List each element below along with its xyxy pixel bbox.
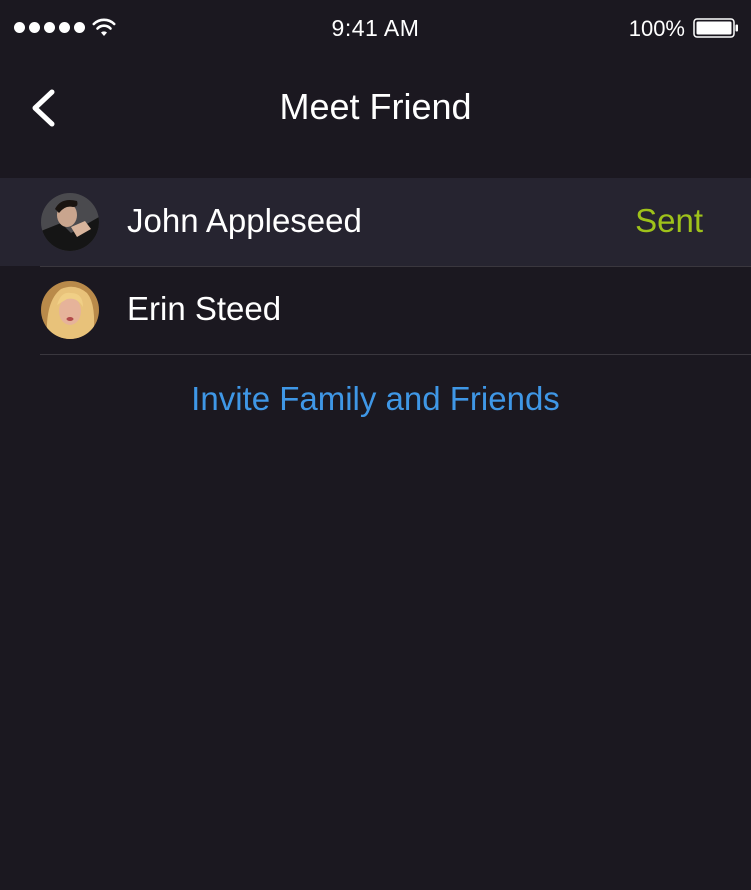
battery-icon bbox=[693, 18, 738, 38]
friend-name: John Appleseed bbox=[127, 202, 362, 239]
friend-name: Erin Steed bbox=[127, 290, 282, 327]
avatar bbox=[41, 193, 99, 251]
avatar-erin-image bbox=[41, 281, 99, 339]
request-sent-status: Sent bbox=[635, 202, 703, 239]
friend-row[interactable]: Erin Steed bbox=[0, 266, 751, 355]
page-title: Meet Friend bbox=[279, 86, 472, 127]
avatar-john-image bbox=[41, 193, 99, 251]
navigation-bar: Meet Friend bbox=[0, 56, 751, 160]
avatar bbox=[41, 281, 99, 339]
invite-family-and-friends-link[interactable]: Invite Family and Friends bbox=[0, 380, 751, 418]
battery-percentage: 100% bbox=[628, 16, 685, 41]
row-divider bbox=[40, 354, 751, 355]
friend-row[interactable]: John Appleseed Sent bbox=[0, 178, 751, 267]
status-bar: 9:41 AM 100% bbox=[0, 0, 751, 56]
meet-friend-screen: 9:41 AM 100% Meet Friend John Appleseed … bbox=[0, 0, 751, 890]
friend-list: John Appleseed Sent Erin Steed bbox=[0, 178, 751, 355]
